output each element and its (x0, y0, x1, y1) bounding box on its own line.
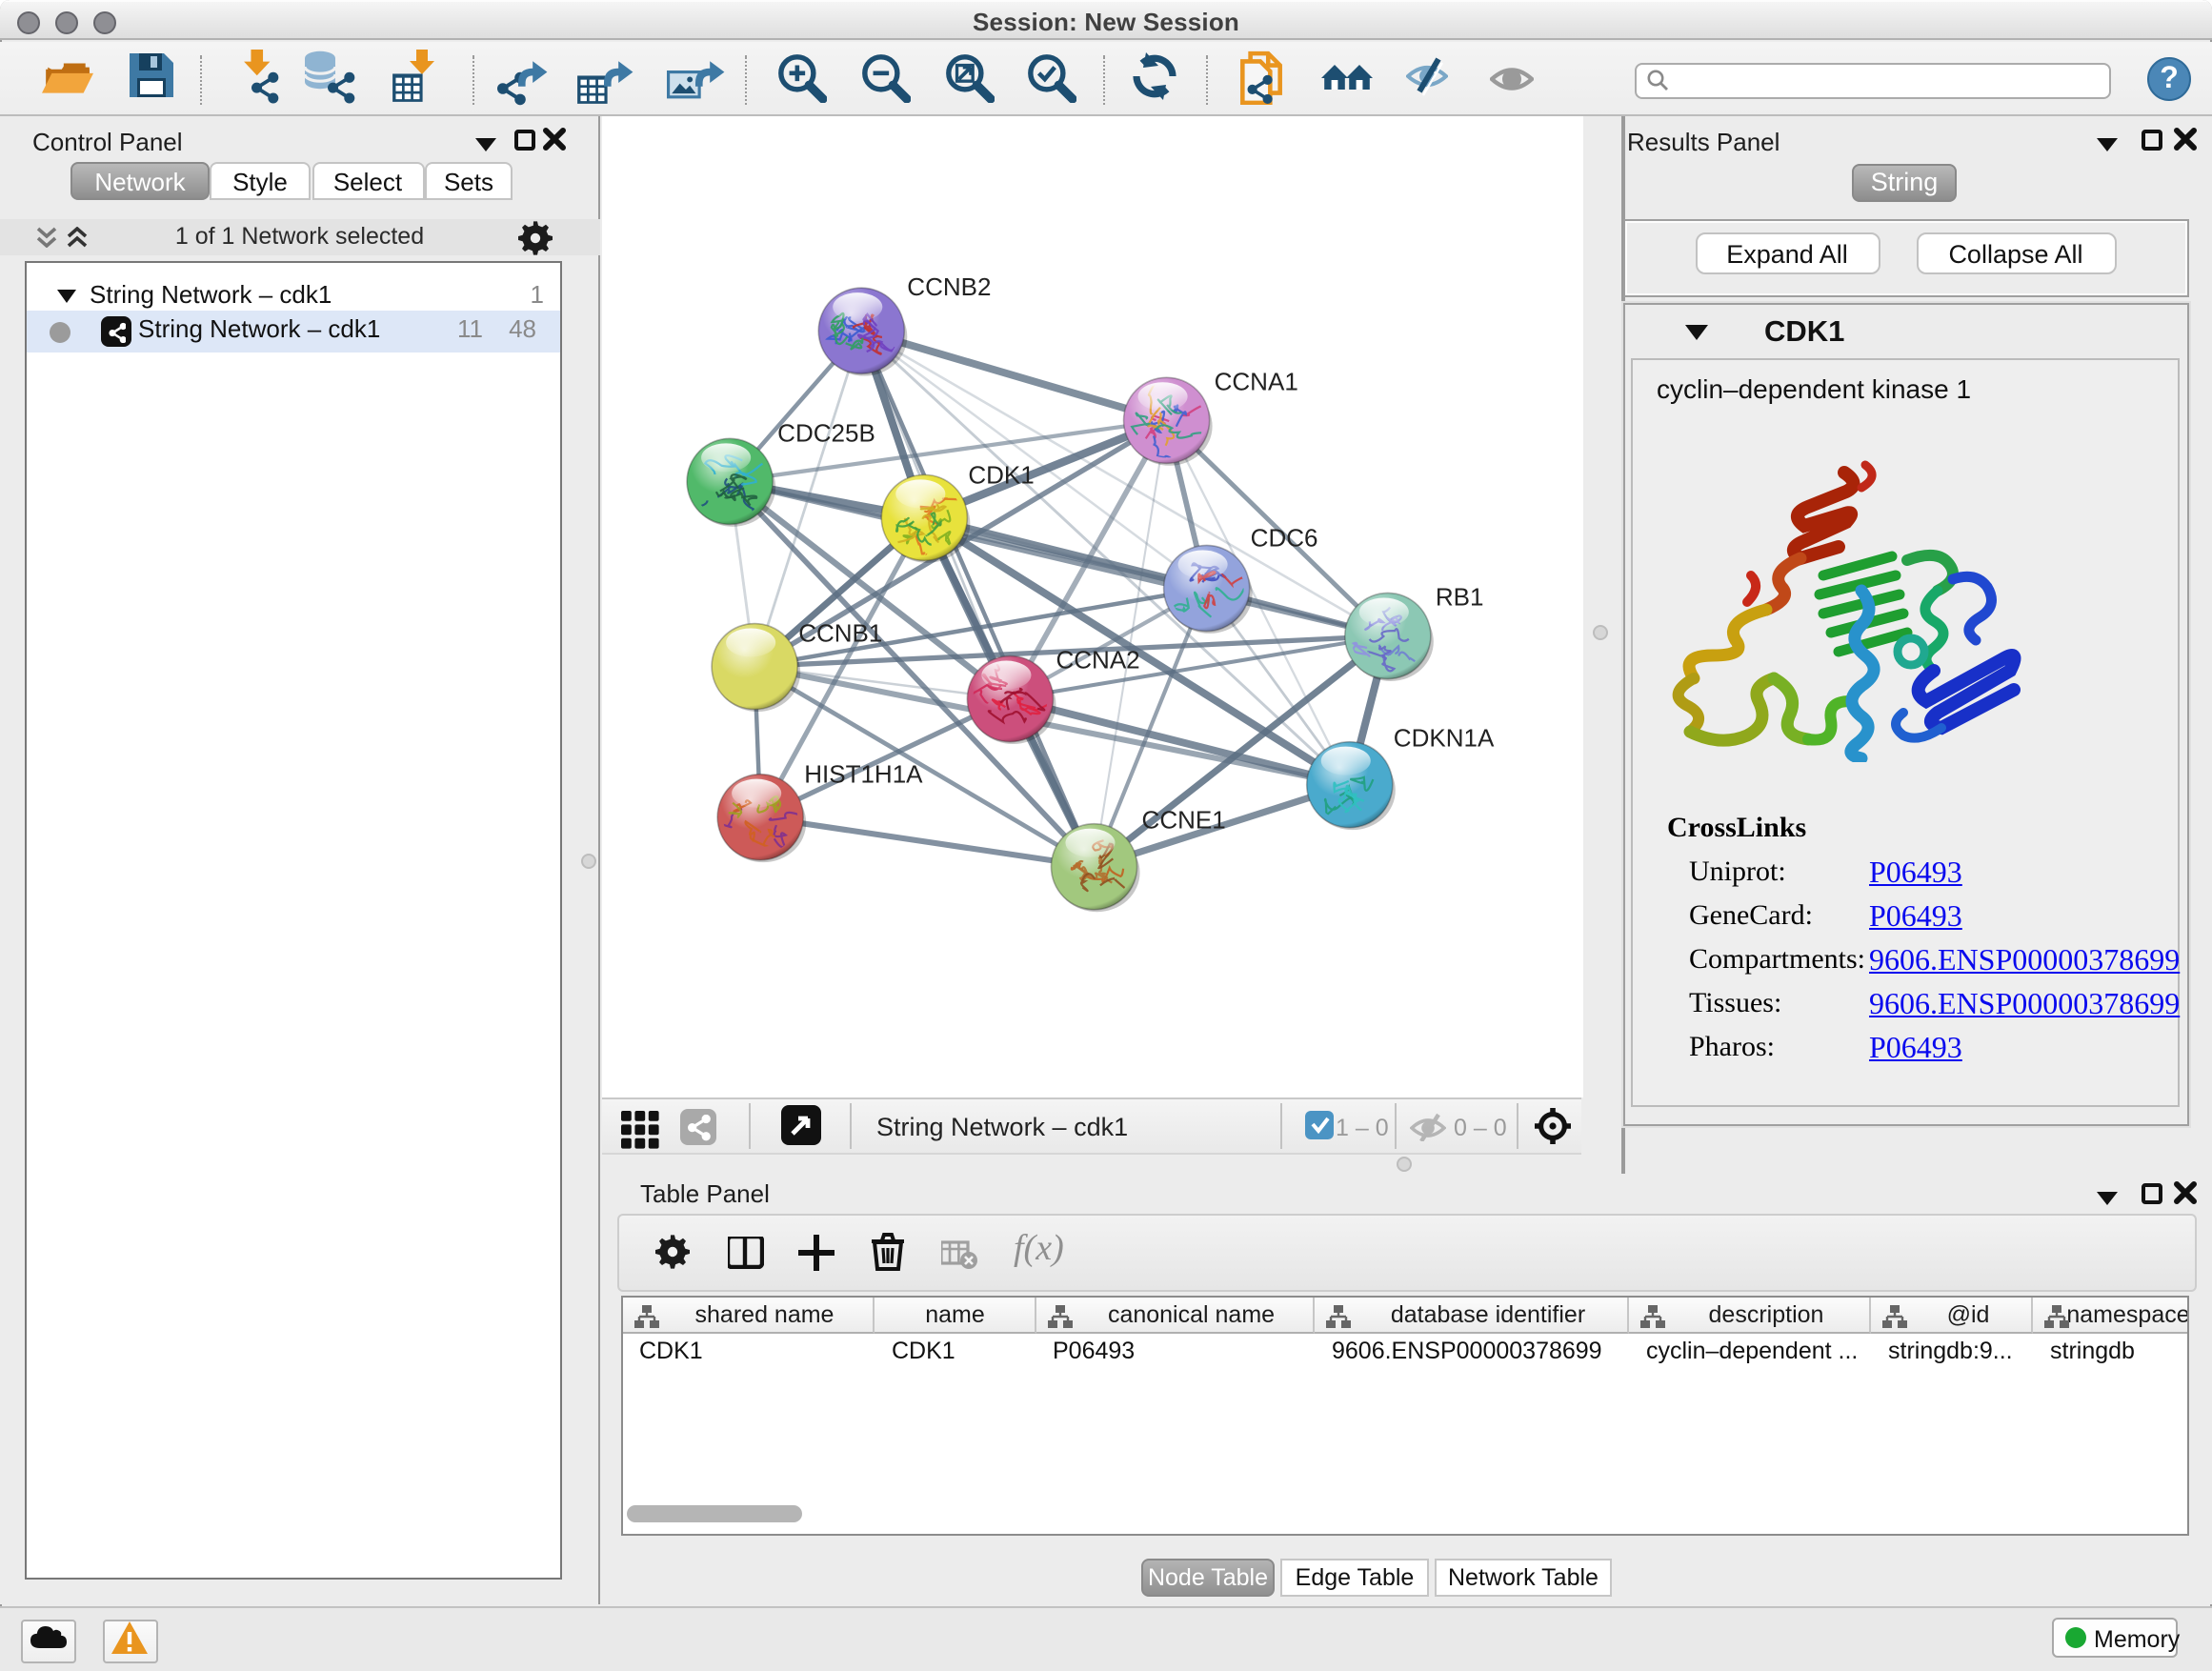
svg-text:CCNA1: CCNA1 (1214, 367, 1297, 395)
svg-text:CCNB1: CCNB1 (797, 619, 881, 648)
svg-text:CCNE1: CCNE1 (1141, 806, 1225, 835)
svg-text:CDK1: CDK1 (967, 460, 1033, 489)
svg-text:CCNB2: CCNB2 (906, 272, 990, 301)
svg-text:RB1: RB1 (1435, 582, 1483, 611)
svg-text:CCNA2: CCNA2 (1055, 646, 1138, 674)
svg-text:CDC25B: CDC25B (776, 418, 875, 447)
svg-text:CDKN1A: CDKN1A (1393, 724, 1494, 753)
svg-text:HIST1H1A: HIST1H1A (803, 760, 922, 789)
svg-text:CDC6: CDC6 (1250, 523, 1317, 552)
